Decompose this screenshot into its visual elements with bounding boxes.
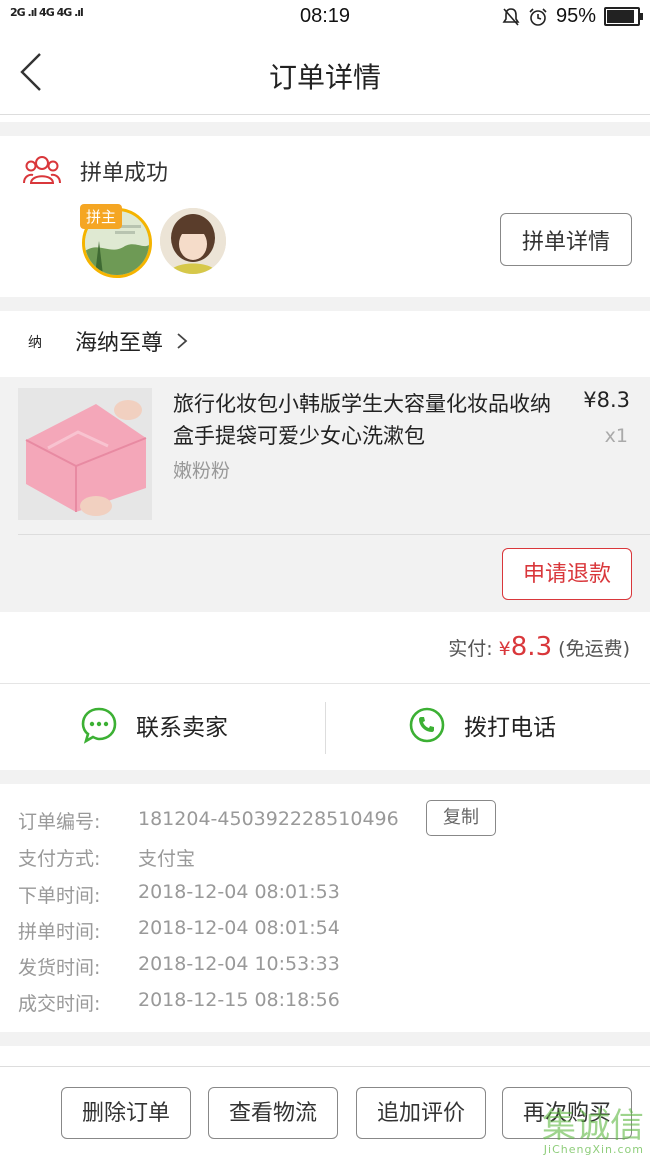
product-title[interactable]: 旅行化妆包小韩版学生大容量化妆品收纳盒手提袋可爱少女心洗漱包	[173, 388, 563, 452]
watermark: 集诚信 JiChengXin.com	[542, 1098, 644, 1156]
info-value-deal-time: 2018-12-15 08:18:56	[138, 989, 340, 1011]
battery-percent: 95%	[555, 5, 596, 27]
shop-icon: 纳	[28, 335, 42, 351]
info-label-order-time: 下单时间:	[18, 885, 101, 907]
call-phone-label: 拨打电话	[464, 715, 556, 741]
group-people-icon	[23, 156, 61, 184]
section-divider	[0, 122, 650, 136]
alarm-icon	[529, 7, 547, 26]
info-label-group-time: 拼单时间:	[18, 921, 101, 943]
chat-bubble-icon	[81, 707, 117, 744]
section-divider	[0, 297, 650, 311]
info-label-deal-time: 成交时间:	[18, 993, 101, 1015]
payment-currency: ¥	[498, 638, 511, 660]
section-divider	[0, 1032, 650, 1046]
watermark-url: JiChengXin.com	[543, 1143, 644, 1156]
shipping-note: (免运费)	[558, 638, 630, 660]
watermark-logo: 集诚信	[542, 1106, 644, 1146]
info-label-ship-time: 发货时间:	[18, 957, 101, 979]
delete-order-button[interactable]: 删除订单	[61, 1087, 191, 1139]
chevron-right-icon[interactable]	[176, 332, 188, 350]
info-value-order-time: 2018-12-04 08:01:53	[138, 881, 340, 903]
info-label-payment-method: 支付方式:	[18, 848, 101, 870]
contact-separator	[325, 702, 326, 754]
contact-seller-button[interactable]: 联系卖家	[80, 706, 228, 744]
group-details-button[interactable]: 拼单详情	[500, 213, 632, 266]
group-status-text: 拼单成功	[80, 161, 169, 186]
battery-icon	[604, 7, 643, 26]
status-bar: 2G .ıl 4G 4G .ıl 08:19 95%	[0, 0, 650, 36]
view-logistics-button[interactable]: 查看物流	[208, 1087, 338, 1139]
product-quantity: x1	[604, 425, 628, 447]
info-value-payment-method: 支付宝	[138, 848, 196, 870]
avatar-member-image	[160, 208, 226, 274]
product-image[interactable]	[18, 388, 152, 520]
product-price: ¥8.3	[583, 388, 630, 412]
add-review-button[interactable]: 追加评价	[356, 1087, 486, 1139]
info-label-order-number: 订单编号:	[18, 811, 101, 833]
avatar-member[interactable]	[160, 208, 226, 274]
info-value-order-number: 181204-450392228510496	[138, 808, 399, 830]
shop-name[interactable]: 海纳至尊	[75, 325, 163, 357]
product-thumbnail	[18, 388, 152, 520]
page-title: 订单详情	[268, 61, 381, 94]
info-value-group-time: 2018-12-04 08:01:54	[138, 917, 340, 939]
product-spec: 嫩粉粉	[173, 460, 231, 482]
refund-button[interactable]: 申请退款	[502, 548, 632, 600]
contact-seller-label: 联系卖家	[136, 715, 228, 741]
section-divider	[0, 770, 650, 784]
copy-button[interactable]: 复制	[426, 800, 496, 836]
status-right: 95%	[502, 5, 643, 28]
mute-bell-icon	[502, 7, 520, 26]
call-phone-button[interactable]: 拨打电话	[408, 706, 556, 744]
payment-label: 实付:	[448, 638, 493, 660]
payment-summary: 实付: ¥8.3 (免运费)	[448, 632, 630, 662]
info-value-ship-time: 2018-12-04 10:53:33	[138, 953, 340, 975]
phone-icon	[409, 707, 445, 743]
leader-badge: 拼主	[80, 204, 123, 229]
product-divider	[18, 534, 650, 535]
payment-amount: 8.3	[510, 632, 553, 662]
